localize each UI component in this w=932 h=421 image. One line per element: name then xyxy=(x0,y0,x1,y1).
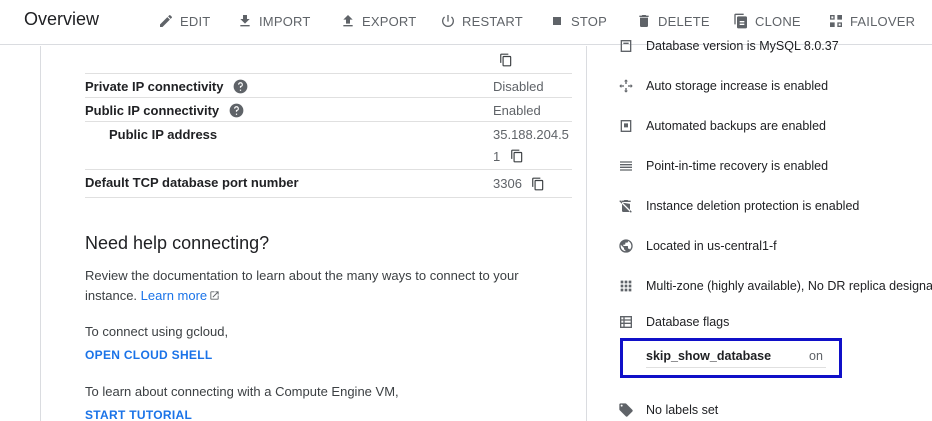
clone-icon xyxy=(734,13,747,29)
flag-highlight-box: skip_show_database on xyxy=(620,338,842,378)
vm-text: To learn about connecting with a Compute… xyxy=(85,384,399,399)
flag-value: on xyxy=(809,349,823,363)
clone-label: CLONE xyxy=(755,13,801,29)
help-doc-text: Review the documentation to learn about … xyxy=(85,266,519,306)
db-version-text: Database version is MySQL 8.0.37 xyxy=(646,39,839,53)
public-ip-address-label: Public IP address xyxy=(109,127,218,142)
public-ip-value: Enabled xyxy=(493,103,541,118)
public-ip-address-value: 35.188.204.5 xyxy=(493,127,569,142)
public-ip-address-value-cont: 1 xyxy=(493,149,501,164)
deletion-protection-item: Instance deletion protection is enabled xyxy=(618,198,859,214)
export-label: EXPORT xyxy=(362,13,417,29)
db-version-item: Database version is MySQL 8.0.37 xyxy=(618,38,839,54)
configuration-panel: Database version is MySQL 8.0.37 Auto st… xyxy=(588,39,932,421)
edit-button[interactable]: EDIT xyxy=(158,12,210,30)
availability-item: Multi-zone (highly available), No DR rep… xyxy=(618,278,932,294)
globe-icon xyxy=(619,239,633,253)
database-flags-item: Database flags xyxy=(618,314,729,330)
delete-off-icon xyxy=(619,200,632,213)
import-label: IMPORT xyxy=(259,13,311,29)
tcp-port-row: Default TCP database port number 3306 xyxy=(85,170,572,198)
import-button[interactable]: IMPORT xyxy=(237,12,311,30)
help-doc-line-1: Review the documentation to learn about … xyxy=(85,268,519,283)
backups-text: Automated backups are enabled xyxy=(646,119,826,133)
learn-more-link[interactable]: Learn more xyxy=(141,288,220,303)
restart-button[interactable]: RESTART xyxy=(440,12,523,30)
public-ip-row: Public IP connectivity Enabled xyxy=(85,98,572,122)
restart-label: RESTART xyxy=(462,13,523,29)
labels-text: No labels set xyxy=(646,403,719,417)
stop-button[interactable]: STOP xyxy=(549,12,607,30)
start-tutorial-button[interactable]: START TUTORIAL xyxy=(85,408,192,421)
private-ip-row: Private IP connectivity Disabled xyxy=(85,74,572,98)
tcp-port-label: Default TCP database port number xyxy=(85,175,299,190)
help-icon[interactable] xyxy=(233,79,248,94)
table-row xyxy=(85,46,572,74)
connections-panel: Private IP connectivity Disabled Public … xyxy=(40,46,587,421)
copy-icon[interactable] xyxy=(499,52,513,68)
pitr-text: Point-in-time recovery is enabled xyxy=(646,159,829,173)
arrows-expand-icon xyxy=(619,79,633,93)
trash-icon xyxy=(639,15,649,27)
flag-divider xyxy=(646,367,826,368)
export-icon xyxy=(343,15,353,27)
delete-label: DELETE xyxy=(658,13,710,29)
private-ip-label-text: Private IP connectivity xyxy=(85,79,224,94)
failover-button[interactable]: FAILOVER xyxy=(828,12,915,30)
pencil-icon xyxy=(160,14,173,27)
failover-label: FAILOVER xyxy=(850,13,916,29)
stop-icon xyxy=(553,17,561,25)
help-doc-line-2: instance. Learn more xyxy=(85,286,519,306)
clone-button[interactable]: CLONE xyxy=(733,12,801,30)
open-cloud-shell-button[interactable]: OPEN CLOUD SHELL xyxy=(85,348,212,362)
help-icon[interactable] xyxy=(229,103,244,118)
public-ip-label: Public IP connectivity xyxy=(85,103,244,118)
stop-label: STOP xyxy=(571,13,607,29)
list-icon xyxy=(620,161,632,171)
external-link-icon xyxy=(210,291,219,300)
location-text: Located in us-central1-f xyxy=(646,239,777,253)
labels-item: No labels set xyxy=(618,402,718,418)
table-icon xyxy=(620,316,632,328)
tcp-port-value: 3306 xyxy=(493,176,522,191)
help-heading: Need help connecting? xyxy=(85,233,270,253)
help-doc-line-2-text: instance. xyxy=(85,288,138,303)
backups-item: Automated backups are enabled xyxy=(618,118,826,134)
learn-more-label: Learn more xyxy=(140,288,208,303)
gcloud-text: To connect using gcloud, xyxy=(85,324,229,339)
database-flags-title: Database flags xyxy=(646,315,730,329)
availability-text: Multi-zone (highly available), No DR rep… xyxy=(646,279,932,293)
pitr-item: Point-in-time recovery is enabled xyxy=(618,158,828,174)
public-ip-label-text: Public IP connectivity xyxy=(85,103,220,118)
copy-icon[interactable] xyxy=(531,176,545,192)
flag-name: skip_show_database xyxy=(646,349,772,363)
label-icon xyxy=(619,403,633,417)
edit-label: EDIT xyxy=(180,13,211,29)
export-button[interactable]: EXPORT xyxy=(340,12,416,30)
copy-icon[interactable] xyxy=(510,148,524,164)
database-icon xyxy=(620,40,632,52)
power-icon xyxy=(442,15,454,27)
failover-icon xyxy=(830,15,842,27)
grid-icon xyxy=(620,280,632,292)
backup-icon xyxy=(620,120,632,132)
auto-storage-text: Auto storage increase is enabled xyxy=(646,79,829,93)
private-ip-value: Disabled xyxy=(493,79,544,94)
page-title: Overview xyxy=(24,9,100,29)
import-icon xyxy=(240,15,250,27)
delete-button[interactable]: DELETE xyxy=(636,12,710,30)
deletion-protection-text: Instance deletion protection is enabled xyxy=(646,199,860,213)
auto-storage-item: Auto storage increase is enabled xyxy=(618,78,828,94)
location-item: Located in us-central1-f xyxy=(618,238,777,254)
private-ip-label: Private IP connectivity xyxy=(85,79,248,94)
public-ip-address-row: Public IP address 35.188.204.5 1 xyxy=(85,122,572,170)
